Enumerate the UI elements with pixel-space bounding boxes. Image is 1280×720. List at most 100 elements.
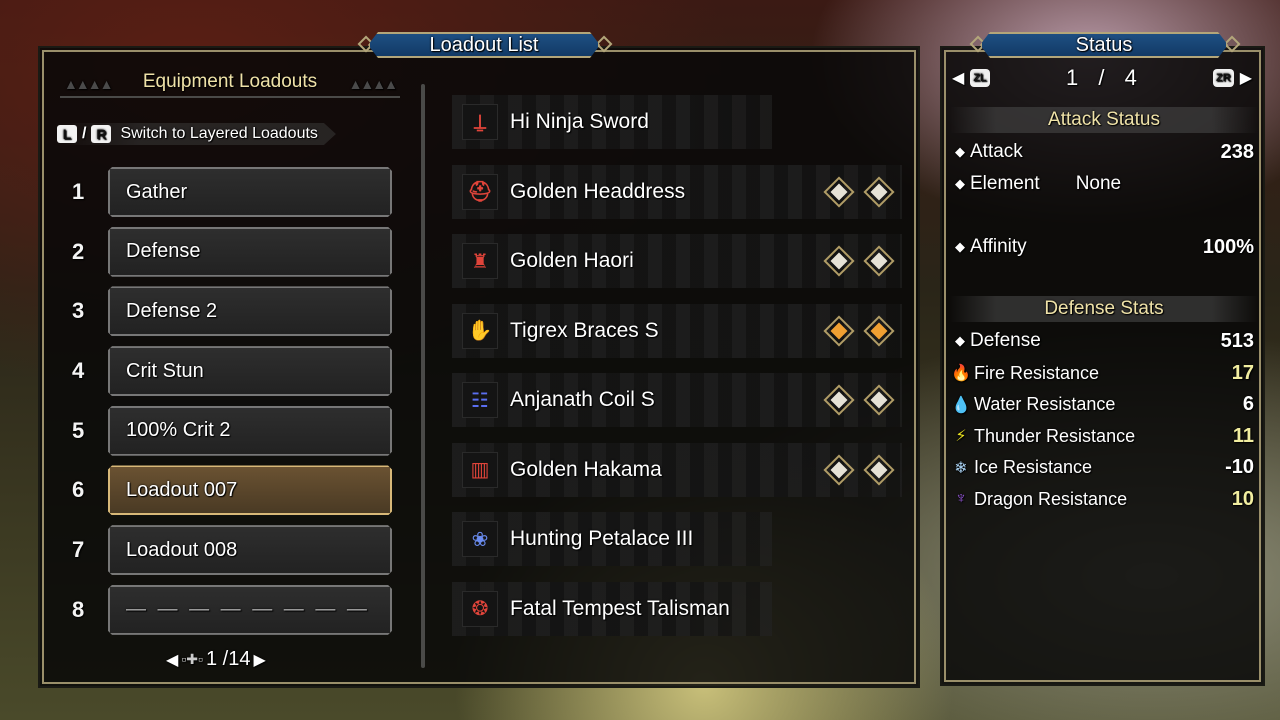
equipment-name: Fatal Tempest Talisman bbox=[510, 596, 730, 620]
equipment-row-petalace[interactable]: ❀ Hunting Petalace III bbox=[452, 512, 772, 566]
decoration-slot-level-1-icon[interactable] bbox=[863, 384, 895, 416]
loadout-slots-list: 1 Gather 2 Defense 3 Defense 2 4 Crit Stun 5 100%… bbox=[66, 167, 396, 645]
loadout-slot-button[interactable]: Crit Stun bbox=[108, 346, 392, 396]
loadout-number: 3 bbox=[72, 298, 85, 324]
leg-armor-icon: ▥ bbox=[462, 451, 498, 488]
resistance-row: ❄ Ice Resistance -10 bbox=[950, 454, 1254, 482]
stat-attack: ◆ Attack 238 bbox=[950, 138, 1254, 166]
loadout-page-indicator: 1 /14 bbox=[205, 648, 251, 670]
diamond-bullet-icon: ◆ bbox=[955, 333, 965, 348]
loadout-list-title: Loadout List bbox=[368, 32, 600, 58]
loadout-row: 5 100% Crit 2 bbox=[66, 406, 396, 456]
decoration-slots bbox=[823, 384, 895, 416]
ice-icon: ❄ bbox=[954, 459, 968, 477]
slot-fill bbox=[830, 252, 848, 270]
decoration-slots bbox=[823, 175, 895, 208]
talisman-icon: ❂ bbox=[462, 590, 498, 627]
equipment-name: Golden Hakama bbox=[510, 457, 662, 481]
equipment-name: Hi Ninja Sword bbox=[510, 110, 649, 133]
decoration-slot-level-1-icon[interactable] bbox=[863, 175, 895, 208]
diamond-bullet-icon: ◆ bbox=[955, 239, 965, 254]
decoration-slot-level-2-icon[interactable] bbox=[863, 314, 895, 347]
loadout-slot-button[interactable]: Loadout 008 bbox=[108, 525, 392, 575]
loadout-number: 1 bbox=[72, 179, 85, 204]
arrow-left-icon: ◀ bbox=[952, 70, 965, 87]
resistance-label: Fire Resistance bbox=[974, 362, 1100, 383]
slot-fill bbox=[830, 183, 848, 200]
arrow-left-icon[interactable]: ◀ bbox=[166, 650, 178, 670]
thunder-icon: ⚡ bbox=[955, 428, 967, 445]
zl-button-icon: ZL bbox=[970, 69, 990, 87]
loadout-number: 2 bbox=[72, 238, 85, 264]
stat-value: None bbox=[1075, 173, 1122, 194]
decoration-slot-level-1-icon[interactable] bbox=[823, 453, 855, 486]
slot-fill bbox=[870, 391, 888, 409]
slot-fill bbox=[830, 391, 848, 409]
equipment-row-talisman[interactable]: ❂ Fatal Tempest Talisman bbox=[452, 581, 772, 636]
resistance-value: -10 bbox=[1225, 456, 1254, 478]
resistance-label: Thunder Resistance bbox=[974, 425, 1136, 446]
slot-fill bbox=[830, 461, 848, 478]
loadout-slot-button[interactable]: Defense 2 bbox=[108, 286, 392, 336]
loadout-slot-button[interactable]: — — — — — — — — bbox=[108, 585, 392, 635]
heading-ornament: ▲▲▲▲ bbox=[64, 76, 113, 92]
slot-fill bbox=[870, 183, 888, 200]
loadout-number: 7 bbox=[72, 537, 85, 563]
loadout-slot-button[interactable]: Defense bbox=[108, 227, 392, 277]
switch-layered-loadouts-button[interactable]: L / R Switch to Layered Loadouts bbox=[57, 123, 336, 145]
status-page-current: 1 bbox=[1065, 65, 1079, 90]
loadout-number: 5 bbox=[72, 417, 85, 443]
loadout-row: 6 Loadout 007 bbox=[66, 465, 396, 515]
decoration-slot-level-1-icon[interactable] bbox=[823, 384, 855, 416]
decoration-slots bbox=[823, 453, 895, 486]
loadout-row: 1 Gather bbox=[66, 167, 396, 217]
separator: / bbox=[82, 125, 87, 142]
stat-label: Attack bbox=[970, 141, 1023, 162]
resistance-row: 💧 Water Resistance 6 bbox=[950, 391, 1254, 419]
loadout-row: 3 Defense 2 bbox=[66, 286, 396, 336]
loadout-slot-button[interactable]: Gather bbox=[108, 167, 392, 217]
loadout-row: 4 Crit Stun bbox=[66, 346, 396, 396]
equipment-row-arms[interactable]: ✋ Tigrex Braces S bbox=[452, 303, 902, 358]
status-next-page[interactable]: ZR ▶ bbox=[1213, 68, 1252, 88]
heading-ornament: ▲▲▲▲ bbox=[348, 76, 398, 92]
decoration-slot-level-1-icon[interactable] bbox=[823, 175, 855, 208]
decoration-slots bbox=[823, 314, 895, 347]
arrow-right-icon[interactable]: ▶ bbox=[253, 650, 265, 670]
helmet-icon: ⛑ bbox=[462, 173, 498, 210]
status-page-nav: ◀ ZL 1 / 4 ZR ▶ bbox=[952, 65, 1252, 90]
slot-fill bbox=[870, 252, 888, 270]
equipment-row-chest[interactable]: ♜ Golden Haori bbox=[452, 234, 902, 288]
equipment-list: ⍊ Hi Ninja Sword ⛑ Golden Headdress ♜ Golden … bbox=[452, 95, 902, 651]
arrow-right-icon: ▶ bbox=[1239, 70, 1252, 87]
resistance-value: 10 bbox=[1231, 487, 1254, 510]
decoration-slot-level-1-icon[interactable] bbox=[823, 245, 855, 277]
loadout-slot-button[interactable]: Loadout 007 bbox=[108, 465, 392, 515]
decoration-slot-level-1-icon[interactable] bbox=[863, 453, 895, 486]
equipment-row-legs[interactable]: ▥ Golden Hakama bbox=[452, 442, 902, 497]
status-page-total: 4 bbox=[1124, 65, 1137, 90]
equipment-loadouts-title: Equipment Loadouts bbox=[142, 71, 318, 92]
equipment-row-weapon[interactable]: ⍊ Hi Ninja Sword bbox=[452, 95, 772, 149]
gauntlet-icon: ✋ bbox=[462, 312, 498, 349]
status-title: Status bbox=[980, 32, 1228, 58]
loadout-pager[interactable]: ◀ ▫✚▫ 1 /14 ▶ bbox=[166, 648, 266, 671]
loadout-number: 4 bbox=[72, 358, 85, 384]
decoration-slot-level-1-icon[interactable] bbox=[863, 245, 895, 277]
stat-element: ◆ Element None bbox=[950, 170, 1254, 198]
dragon-icon: ♆ bbox=[955, 490, 967, 507]
waist-armor-icon: ☷ bbox=[462, 382, 498, 418]
status-prev-page[interactable]: ◀ ZL bbox=[952, 68, 990, 88]
petalace-icon: ❀ bbox=[462, 521, 498, 557]
loadout-slot-button[interactable]: 100% Crit 2 bbox=[108, 406, 392, 456]
slot-fill bbox=[830, 322, 848, 339]
stat-defense: ◆ Defense 513 bbox=[950, 327, 1254, 355]
equipment-row-head[interactable]: ⛑ Golden Headdress bbox=[452, 164, 902, 219]
attack-status-heading: Attack Status bbox=[950, 107, 1258, 133]
resistance-label: Ice Resistance bbox=[974, 457, 1093, 477]
equipment-loadouts-heading: ▲▲▲▲ Equipment Loadouts ▲▲▲▲ bbox=[60, 68, 400, 98]
decoration-slot-level-2-icon[interactable] bbox=[823, 314, 855, 347]
equipment-row-waist[interactable]: ☷ Anjanath Coil S bbox=[452, 373, 902, 427]
r-button-icon: R bbox=[91, 125, 111, 143]
diamond-bullet-icon: ◆ bbox=[955, 144, 965, 159]
